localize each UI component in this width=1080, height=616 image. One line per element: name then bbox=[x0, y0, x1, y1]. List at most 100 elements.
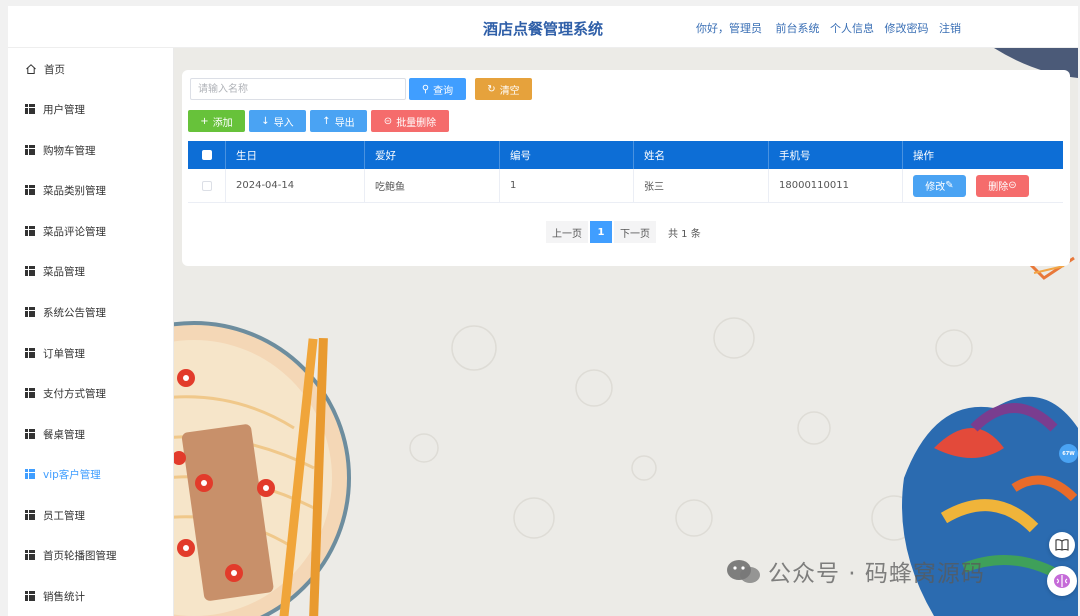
clear-button[interactable]: ↻ 清空 bbox=[475, 78, 532, 100]
pagination: 上一页 1 下一页 共 1 条 bbox=[546, 221, 701, 243]
sidebar-item-label: 菜品管理 bbox=[43, 265, 85, 278]
cell-birthday: 2024-04-14 bbox=[226, 169, 365, 202]
header-select-cell bbox=[188, 141, 226, 169]
sidebar: 首页 用户管理 购物车管理 菜品类别管理 菜品评论管理 菜品管理 系统公告管理 … bbox=[8, 48, 174, 616]
query-button[interactable]: ⚲ 查询 bbox=[409, 78, 466, 100]
sidebar-item-label: 销售统计 bbox=[43, 590, 85, 603]
vip-table: 生日 爱好 编号 姓名 手机号 操作 2024-04-14 吃鲍鱼 1 张三 1… bbox=[188, 141, 1063, 203]
sidebar-item-label: 菜品评论管理 bbox=[43, 225, 106, 238]
sidebar-item-vip[interactable]: vip客户管理 bbox=[8, 461, 174, 487]
book-widget-button[interactable] bbox=[1049, 532, 1075, 558]
frontend-link[interactable]: 前台系统 bbox=[776, 22, 820, 35]
greeting-text: 你好，管理员 bbox=[696, 22, 762, 35]
logout-link[interactable]: 注销 bbox=[939, 22, 961, 35]
grid-icon bbox=[25, 307, 35, 317]
sidebar-item-label: 员工管理 bbox=[43, 509, 85, 522]
sidebar-item-label: 购物车管理 bbox=[43, 144, 96, 157]
current-page-button[interactable]: 1 bbox=[590, 221, 612, 243]
export-label: 导出 bbox=[334, 117, 355, 129]
grid-icon bbox=[25, 510, 35, 520]
floating-badge[interactable]: 67W bbox=[1059, 444, 1078, 463]
sidebar-item-announcements[interactable]: 系统公告管理 bbox=[8, 299, 174, 325]
table-header: 生日 爱好 编号 姓名 手机号 操作 bbox=[188, 141, 1063, 169]
grid-icon bbox=[25, 348, 35, 358]
table-row[interactable]: 2024-04-14 吃鲍鱼 1 张三 18000110011 修改 ✎ 删除 … bbox=[188, 169, 1063, 203]
grid-icon bbox=[25, 591, 35, 601]
select-all-checkbox[interactable] bbox=[201, 150, 212, 160]
edit-label: 修改 bbox=[925, 182, 946, 193]
sidebar-item-staff[interactable]: 员工管理 bbox=[8, 502, 174, 528]
delete-button[interactable]: 删除 ⊝ bbox=[976, 174, 1029, 197]
system-title: 酒店点餐管理系统 bbox=[483, 20, 604, 38]
column-header[interactable]: 手机号 bbox=[769, 141, 903, 169]
ai-widget-button[interactable] bbox=[1047, 566, 1077, 596]
sidebar-item-payment[interactable]: 支付方式管理 bbox=[8, 380, 174, 406]
sidebar-item-orders[interactable]: 订单管理 bbox=[8, 340, 174, 366]
add-label: 添加 bbox=[212, 117, 233, 129]
change-password-link[interactable]: 修改密码 bbox=[885, 22, 929, 35]
grid-icon bbox=[25, 550, 35, 560]
sidebar-item-carousel[interactable]: 首页轮播图管理 bbox=[8, 542, 174, 568]
row-select-cell bbox=[188, 169, 226, 202]
search-icon: ⚲ bbox=[421, 83, 430, 95]
cell-number: 1 bbox=[500, 169, 634, 202]
sidebar-item-sales-stats[interactable]: 销售统计 bbox=[8, 583, 174, 609]
cell-operations: 修改 ✎ 删除 ⊝ bbox=[903, 169, 1063, 202]
book-icon bbox=[1055, 539, 1069, 551]
sidebar-item-label: 餐桌管理 bbox=[43, 428, 85, 441]
edit-icon: ✎ bbox=[945, 180, 954, 191]
query-label: 查询 bbox=[433, 85, 454, 97]
row-checkbox[interactable] bbox=[201, 180, 212, 191]
column-header[interactable]: 姓名 bbox=[634, 141, 769, 169]
grid-icon bbox=[25, 388, 35, 398]
sidebar-item-dishes[interactable]: 菜品管理 bbox=[8, 258, 174, 284]
sidebar-item-label: 用户管理 bbox=[43, 103, 85, 116]
column-header[interactable]: 爱好 bbox=[365, 141, 500, 169]
watermark-text: 公众号 · 码蜂窝源码 bbox=[768, 561, 985, 587]
top-header: 酒店点餐管理系统 你好，管理员 前台系统 个人信息 修改密码 注销 bbox=[8, 6, 1078, 48]
import-button[interactable]: ↓ 导入 bbox=[249, 110, 306, 132]
sidebar-item-users[interactable]: 用户管理 bbox=[8, 96, 174, 122]
sidebar-item-label: 订单管理 bbox=[43, 347, 85, 360]
total-count: 共 1 条 bbox=[668, 228, 701, 240]
column-header: 操作 bbox=[913, 149, 934, 162]
watermark: 公众号 · 码蜂窝源码 bbox=[726, 554, 985, 588]
arrow-up-icon: ↑ bbox=[322, 115, 331, 127]
search-input[interactable] bbox=[190, 78, 406, 100]
sidebar-item-tables[interactable]: 餐桌管理 bbox=[8, 421, 174, 447]
sidebar-item-label: 系统公告管理 bbox=[43, 306, 106, 319]
sidebar-item-label: 菜品类别管理 bbox=[43, 184, 106, 197]
cell-hobby: 吃鲍鱼 bbox=[365, 169, 500, 202]
batch-delete-button[interactable]: ⊝ 批量删除 bbox=[371, 110, 449, 132]
prev-page-button[interactable]: 上一页 bbox=[546, 221, 588, 243]
batch-delete-label: 批量删除 bbox=[396, 117, 437, 129]
cell-name: 张三 bbox=[634, 169, 769, 202]
cell-phone: 18000110011 bbox=[769, 169, 903, 202]
edit-button[interactable]: 修改 ✎ bbox=[913, 174, 966, 197]
sidebar-item-dish-comments[interactable]: 菜品评论管理 bbox=[8, 218, 174, 244]
sidebar-item-label: vip客户管理 bbox=[43, 468, 101, 481]
grid-icon bbox=[25, 104, 35, 114]
top-links: 你好，管理员 前台系统 个人信息 修改密码 注销 bbox=[696, 20, 968, 36]
import-label: 导入 bbox=[273, 117, 294, 129]
sidebar-item-label: 首页轮播图管理 bbox=[43, 549, 117, 562]
grid-icon bbox=[25, 226, 35, 236]
next-page-button[interactable]: 下一页 bbox=[614, 221, 656, 243]
column-header[interactable]: 编号 bbox=[500, 141, 634, 169]
sidebar-item-cart[interactable]: 购物车管理 bbox=[8, 137, 174, 163]
plus-icon: + bbox=[200, 115, 209, 127]
brain-icon bbox=[1054, 574, 1070, 588]
home-icon bbox=[26, 64, 36, 74]
add-button[interactable]: + 添加 bbox=[188, 110, 245, 132]
grid-icon bbox=[25, 266, 35, 276]
sidebar-item-label: 首页 bbox=[44, 63, 65, 76]
sidebar-item-label: 支付方式管理 bbox=[43, 387, 106, 400]
column-header[interactable]: 生日 bbox=[226, 141, 365, 169]
grid-icon bbox=[25, 429, 35, 439]
profile-link[interactable]: 个人信息 bbox=[830, 22, 874, 35]
content-panel: ⚲ 查询 ↻ 清空 + 添加 ↓ 导入 ↑ 导出 ⊝ 批量删除 生日 爱好 编号… bbox=[182, 70, 1070, 266]
sidebar-item-home[interactable]: 首页 bbox=[8, 56, 174, 82]
circle-minus-icon: ⊝ bbox=[1008, 180, 1017, 191]
sidebar-item-dish-category[interactable]: 菜品类别管理 bbox=[8, 177, 174, 203]
export-button[interactable]: ↑ 导出 bbox=[310, 110, 367, 132]
